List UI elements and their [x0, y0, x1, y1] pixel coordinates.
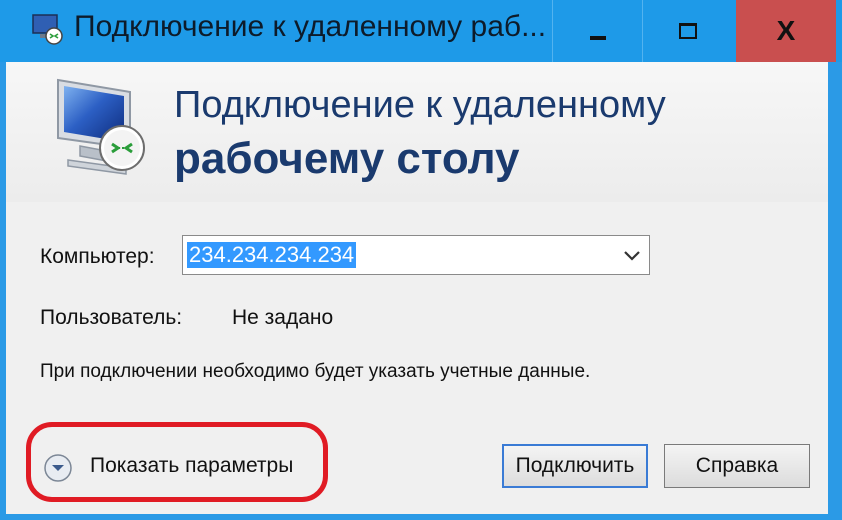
computer-label: Компьютер:	[40, 245, 155, 268]
monitor-remote-icon	[57, 78, 145, 175]
title-bar[interactable]: Подключение к удаленному раб... X	[0, 0, 842, 62]
computer-combobox[interactable]: 234.234.234.234	[182, 235, 650, 275]
show-options-link[interactable]: Показать параметры	[90, 454, 293, 478]
connect-button[interactable]: Подключить	[502, 444, 648, 488]
maximize-button[interactable]	[642, 0, 732, 62]
rdp-window: Подключение к удаленному раб... X Подклю…	[0, 0, 842, 520]
close-button[interactable]: X	[736, 0, 836, 62]
help-button[interactable]: Справка	[664, 444, 810, 488]
minimize-icon	[589, 36, 606, 40]
banner-title-line1: Подключение к удаленному	[174, 84, 666, 126]
user-label: Пользователь:	[40, 306, 183, 329]
window-title: Подключение к удаленному раб...	[74, 10, 544, 43]
maximize-icon	[678, 23, 697, 39]
header-banner: Подключение к удаленному рабочему столу	[6, 62, 828, 202]
user-value: Не задано	[232, 306, 334, 329]
banner-title-line2: рабочему столу	[174, 134, 520, 183]
computer-input-value[interactable]: 234.234.234.234	[187, 242, 357, 268]
credentials-info-text: При подключении необходимо будет указать…	[40, 361, 591, 382]
expand-options-icon[interactable]	[42, 452, 74, 484]
minimize-button[interactable]	[552, 0, 642, 62]
dialog-content: Компьютер: 234.234.234.234 Пользователь:…	[6, 202, 828, 514]
close-icon: X	[776, 15, 796, 46]
chevron-down-icon[interactable]	[621, 244, 643, 266]
remote-desktop-icon	[32, 14, 63, 45]
